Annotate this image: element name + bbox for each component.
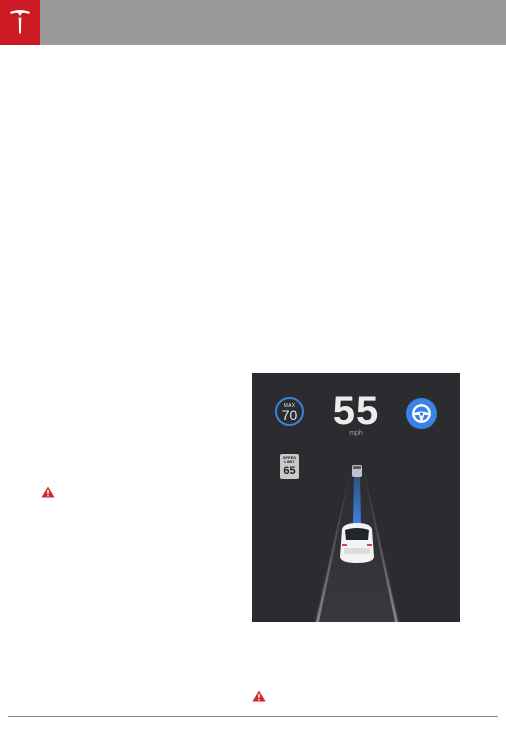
max-set-speed-indicator: MAX 70: [275, 397, 304, 426]
driving-display-image: MAX 70 55 mph SPEED LIMIT 65: [252, 373, 460, 622]
speed-unit: mph: [349, 430, 363, 437]
current-speed: 55: [332, 389, 380, 433]
speed-limit-label: SPEED LIMIT: [282, 455, 297, 464]
ego-vehicle-icon: [340, 523, 374, 563]
tesla-logo-icon: [10, 10, 30, 34]
header-bar: [0, 0, 506, 45]
lead-vehicle-icon: [352, 465, 362, 477]
brand-logo: [0, 0, 40, 45]
speed-limit-value: 65: [283, 465, 296, 477]
autosteer-steering-wheel-icon: [406, 398, 437, 429]
max-speed-value: 70: [281, 407, 298, 423]
footer-divider: [8, 716, 498, 717]
warning-icon: [41, 486, 55, 498]
warning-icon: [252, 690, 266, 702]
speed-limit-sign: SPEED LIMIT 65: [280, 454, 299, 479]
